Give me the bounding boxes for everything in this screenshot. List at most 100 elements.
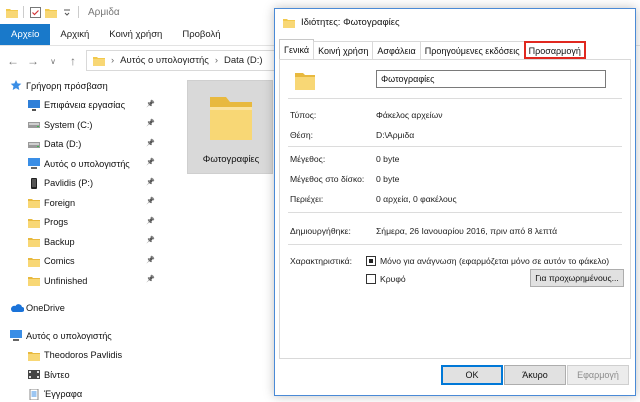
folder-name-input[interactable] bbox=[376, 70, 606, 88]
tab-general[interactable]: Γενικά bbox=[279, 39, 315, 59]
ribbon-tab-share[interactable]: Κοινή χρήση bbox=[99, 24, 172, 45]
chevron-down-icon[interactable]: ∨ bbox=[46, 54, 60, 68]
divider bbox=[288, 98, 622, 99]
pin-icon[interactable]: 📌 bbox=[146, 158, 155, 166]
sidebar-item[interactable]: System (C:) 📌 bbox=[0, 115, 165, 135]
sidebar-item[interactable]: Foreign 📌 bbox=[0, 193, 165, 213]
sidebar-item[interactable]: Βίντεο bbox=[0, 365, 165, 385]
contains-label: Περιέχει: bbox=[290, 194, 324, 204]
type-value: Φάκελος αρχείων bbox=[376, 110, 443, 120]
up-arrow-icon[interactable]: ↑ bbox=[66, 54, 80, 68]
sidebar-item[interactable]: Pavlidis (P:) 📌 bbox=[0, 174, 165, 194]
phone-drive-icon bbox=[28, 177, 40, 189]
sidebar-item[interactable]: Unfinished 📌 bbox=[0, 271, 165, 291]
contains-value: 0 αρχεία, 0 φακέλους bbox=[376, 194, 457, 204]
sidebar-item[interactable]: Γρήγορη πρόσβαση bbox=[0, 76, 165, 96]
forward-arrow-icon[interactable]: → bbox=[26, 54, 40, 68]
pin-icon[interactable]: 📌 bbox=[146, 197, 155, 205]
folder-icon bbox=[295, 73, 315, 90]
pin-icon[interactable]: 📌 bbox=[146, 139, 155, 147]
ribbon-tab-file[interactable]: Αρχείο bbox=[0, 24, 51, 45]
sidebar-item-label: Γρήγορη πρόσβαση bbox=[26, 80, 108, 91]
location-value: D:\Αρμιδα bbox=[376, 130, 415, 140]
cancel-button[interactable]: Άκυρο bbox=[504, 365, 566, 385]
pin-icon[interactable]: 📌 bbox=[146, 178, 155, 186]
tab-customize[interactable]: Προσαρμογή bbox=[523, 41, 586, 59]
attributes-label: Χαρακτηριστικά: bbox=[290, 256, 352, 266]
sidebar-item[interactable]: Backup 📌 bbox=[0, 232, 165, 252]
documents-icon bbox=[28, 388, 40, 400]
folder-icon[interactable] bbox=[6, 6, 18, 18]
sidebar-item-label: Αυτός ο υπολογιστής bbox=[26, 330, 112, 341]
sidebar-item-label: Αυτός ο υπολογιστής bbox=[44, 158, 130, 169]
sidebar-item[interactable]: Comics 📌 bbox=[0, 252, 165, 272]
sidebar-item-label: Theodoros Pavlidis bbox=[44, 350, 123, 361]
onedrive-icon bbox=[10, 303, 25, 314]
readonly-label: Μόνο για ανάγνωση (εφαρμόζεται μόνο σε α… bbox=[380, 256, 610, 266]
desktop-icon bbox=[28, 99, 40, 111]
sidebar-item[interactable]: Theodoros Pavlidis bbox=[0, 346, 165, 366]
ok-button[interactable]: OK bbox=[441, 365, 503, 385]
customize-toolbar-icon[interactable] bbox=[61, 6, 73, 18]
divider bbox=[23, 6, 24, 18]
apply-button[interactable]: Εφαρμογή bbox=[567, 365, 629, 385]
window-title: Αρμιδα bbox=[88, 6, 120, 18]
hidden-checkbox[interactable] bbox=[366, 274, 376, 284]
sidebar-item-label: Βίντεο bbox=[44, 369, 70, 380]
size-label: Μέγεθος: bbox=[290, 154, 326, 164]
new-folder-icon[interactable] bbox=[45, 6, 57, 18]
folder-name: Φωτογραφίες bbox=[202, 154, 260, 165]
sidebar-item-label: System (C:) bbox=[44, 119, 93, 130]
size-on-disk-label: Μέγεθος στο δίσκο: bbox=[290, 174, 365, 184]
divider bbox=[288, 212, 622, 213]
folder-icon bbox=[93, 57, 105, 66]
sidebar-item[interactable]: Αυτός ο υπολογιστής 📌 bbox=[0, 154, 165, 174]
divider bbox=[288, 244, 622, 245]
sidebar-item-label: Foreign bbox=[44, 197, 76, 208]
sidebar-item-label: Pavlidis (P:) bbox=[44, 178, 94, 189]
advanced-button[interactable]: Για προχωρημένους... bbox=[530, 269, 624, 287]
sidebar-item[interactable]: Επιφάνεια εργασίας 📌 bbox=[0, 96, 165, 116]
sidebar-item[interactable]: Αυτός ο υπολογιστής bbox=[0, 326, 165, 346]
properties-icon[interactable] bbox=[29, 6, 41, 18]
general-panel: Τύπος: Φάκελος αρχείων Θέση: D:\Αρμιδα Μ… bbox=[279, 59, 631, 359]
properties-dialog: Ιδιότητες: Φωτογραφίες Γενικά Κοινή χρήσ… bbox=[274, 8, 636, 396]
folder-icon bbox=[210, 97, 252, 140]
sidebar-item[interactable]: Έγγραφα bbox=[0, 385, 165, 402]
tab-previous-versions[interactable]: Προηγούμενες εκδόσεις bbox=[419, 41, 525, 59]
breadcrumb-drive[interactable]: Data (D:) bbox=[224, 55, 263, 66]
ribbon-tab-view[interactable]: Προβολή bbox=[172, 24, 230, 45]
sidebar-item-label: Backup bbox=[44, 236, 75, 247]
sidebar-item[interactable]: Data (D:) 📌 bbox=[0, 135, 165, 155]
chevron-right-icon: › bbox=[214, 55, 218, 66]
folder-icon bbox=[28, 236, 40, 247]
pin-icon[interactable]: 📌 bbox=[146, 100, 155, 108]
pin-icon[interactable]: 📌 bbox=[146, 256, 155, 264]
breadcrumb-computer[interactable]: Αυτός ο υπολογιστής bbox=[120, 55, 209, 66]
pin-icon[interactable]: 📌 bbox=[146, 119, 155, 127]
back-arrow-icon[interactable]: ← bbox=[6, 54, 20, 68]
folder-icon bbox=[28, 197, 40, 208]
pin-icon[interactable]: 📌 bbox=[146, 236, 155, 244]
sidebar-item-label: Data (D:) bbox=[44, 139, 82, 150]
folder-tile[interactable]: Φωτογραφίες bbox=[187, 80, 273, 174]
sidebar-item-label: Comics bbox=[44, 256, 75, 267]
pin-icon[interactable]: 📌 bbox=[146, 275, 155, 283]
computer-icon bbox=[28, 158, 40, 169]
dialog-title: Ιδιότητες: Φωτογραφίες bbox=[301, 16, 400, 28]
chevron-right-icon: › bbox=[111, 55, 115, 66]
ribbon-tab-home[interactable]: Αρχική bbox=[50, 24, 99, 45]
dialog-tabs: Γενικά Κοινή χρήση Ασφάλεια Προηγούμενες… bbox=[279, 39, 586, 59]
sidebar-item[interactable]: Progs 📌 bbox=[0, 213, 165, 233]
size-value: 0 byte bbox=[376, 154, 400, 164]
video-icon bbox=[28, 369, 40, 380]
tab-sharing[interactable]: Κοινή χρήση bbox=[313, 41, 374, 59]
folder-icon bbox=[28, 256, 40, 267]
sidebar-item[interactable]: OneDrive bbox=[0, 299, 165, 319]
pin-icon[interactable]: 📌 bbox=[146, 217, 155, 225]
tab-security[interactable]: Ασφάλεια bbox=[372, 41, 421, 59]
computer-icon bbox=[10, 330, 22, 341]
readonly-checkbox[interactable] bbox=[366, 256, 376, 266]
